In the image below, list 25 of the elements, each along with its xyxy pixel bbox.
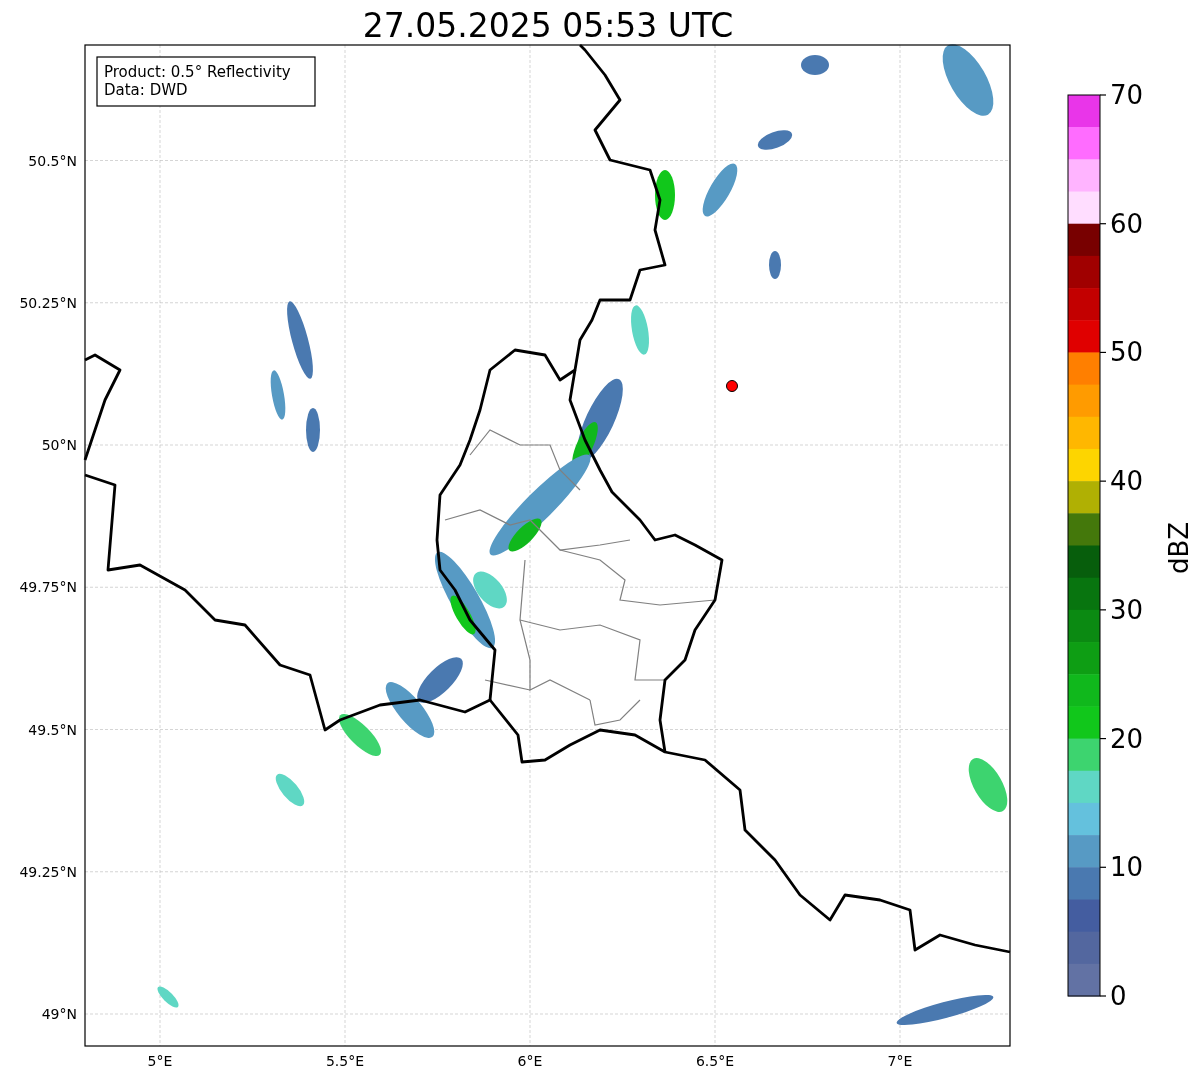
latitude-label: 50.25°N bbox=[19, 294, 77, 311]
latitude-label: 49°N bbox=[41, 1006, 77, 1022]
longitude-label: 6.5°E bbox=[695, 1053, 735, 1069]
latitude-label: 49.25°N bbox=[19, 863, 77, 880]
latitude-label: 50.5°N bbox=[28, 152, 77, 169]
colorbar-tick-label: 20 bbox=[1110, 723, 1144, 754]
colorbar-tick-label: 40 bbox=[1110, 466, 1144, 497]
longitude-label: 6°E bbox=[517, 1053, 543, 1069]
colorbar-tick-label: 50 bbox=[1110, 337, 1144, 368]
location-marker bbox=[726, 380, 738, 392]
latitude-label: 50°N bbox=[41, 437, 77, 453]
colorbar-label: dBZ bbox=[1164, 521, 1194, 575]
info-text: Data: DWD bbox=[104, 81, 188, 99]
colorbar-tick-label: 0 bbox=[1110, 981, 1127, 1011]
colorbar-tick-label: 30 bbox=[1110, 594, 1144, 625]
colorbar-tick-label: 60 bbox=[1110, 208, 1144, 239]
colorbar-tick-label: 70 bbox=[1110, 80, 1144, 110]
info-text: Product: 0.5° Reflectivity bbox=[104, 63, 291, 81]
chart-title: 27.05.2025 05:53 UTC bbox=[362, 6, 734, 45]
latitude-label: 49.5°N bbox=[28, 721, 77, 738]
longitude-label: 7°E bbox=[887, 1053, 913, 1069]
colorbar-tick-label: 10 bbox=[1110, 852, 1144, 883]
latitude-label: 49.75°N bbox=[19, 579, 77, 596]
longitude-label: 5.5°E bbox=[325, 1053, 365, 1069]
longitude-label: 5°E bbox=[147, 1053, 173, 1069]
